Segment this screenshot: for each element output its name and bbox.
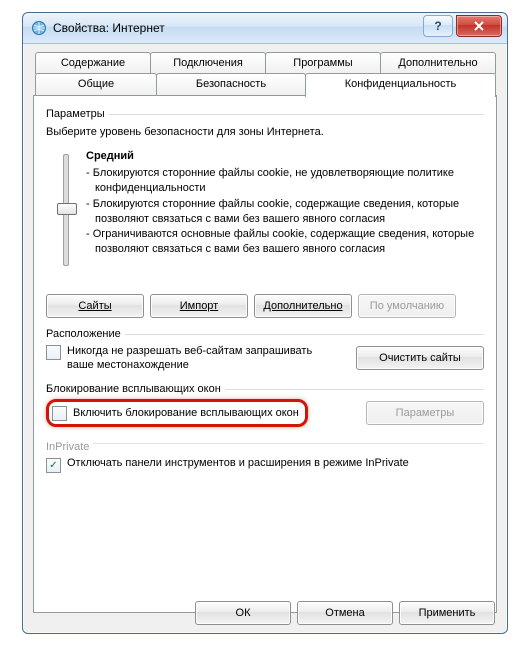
- tab-strip: Содержание Подключения Программы Дополни…: [33, 52, 497, 96]
- internet-options-icon: [31, 20, 47, 36]
- ok-button[interactable]: ОК: [195, 601, 291, 625]
- popup-blocker-label: Включить блокирование всплывающих окон: [73, 407, 299, 419]
- group-inprivate: InPrivate ✓ Отключать панели инструменто…: [46, 435, 484, 473]
- default-button: По умолчанию: [358, 294, 456, 318]
- tab-content[interactable]: Содержание: [35, 52, 151, 74]
- apply-button[interactable]: Применить: [399, 601, 495, 625]
- privacy-zone-desc: Выберите уровень безопасности для зоны И…: [46, 126, 484, 138]
- inprivate-checkbox[interactable]: ✓: [46, 458, 61, 473]
- slider-thumb[interactable]: [57, 203, 77, 215]
- group-inprivate-label: InPrivate: [46, 441, 93, 453]
- titlebar[interactable]: Свойства: Интернет ?: [23, 13, 507, 44]
- popup-highlight: Включить блокирование всплывающих окон: [46, 399, 308, 427]
- privacy-level-name: Средний: [86, 150, 484, 162]
- privacy-slider[interactable]: [46, 148, 86, 284]
- group-popup-label: Блокирование всплывающих окон: [46, 383, 225, 395]
- group-location-label: Расположение: [46, 328, 125, 340]
- help-button[interactable]: ?: [423, 15, 453, 37]
- group-popup-blocker: Блокирование всплывающих окон Включить б…: [46, 381, 484, 427]
- group-location: Расположение Никогда не разрешать веб-са…: [46, 326, 484, 373]
- tab-advanced[interactable]: Дополнительно: [380, 52, 496, 74]
- close-icon: [474, 21, 484, 31]
- clear-sites-button[interactable]: Очистить сайты: [356, 346, 484, 370]
- sites-button[interactable]: Сайты: [46, 294, 144, 318]
- import-button[interactable]: Импорт: [150, 294, 248, 318]
- window-title: Свойства: Интернет: [53, 21, 165, 35]
- advanced-button[interactable]: Дополнительно: [254, 294, 352, 318]
- inprivate-checkbox-label: Отключать панели инструментов и расширен…: [67, 457, 409, 469]
- close-button[interactable]: [456, 15, 502, 37]
- dialog-window: Свойства: Интернет ? Содержание Подключе…: [22, 12, 508, 634]
- tab-general[interactable]: Общие: [35, 73, 157, 95]
- cancel-button[interactable]: Отмена: [297, 601, 393, 625]
- tab-privacy[interactable]: Конфиденциальность: [305, 73, 496, 97]
- tab-connections[interactable]: Подключения: [150, 52, 266, 74]
- location-checkbox-label: Никогда не разрешать веб-сайтам запрашив…: [67, 344, 326, 373]
- dialog-content: Содержание Подключения Программы Дополни…: [23, 44, 507, 623]
- popup-params-button: Параметры: [366, 401, 484, 425]
- popup-blocker-checkbox[interactable]: [52, 406, 67, 421]
- group-parameters: Параметры Выберите уровень безопасности …: [46, 106, 484, 318]
- tab-panel-privacy: Параметры Выберите уровень безопасности …: [33, 95, 497, 613]
- tab-programs[interactable]: Программы: [265, 52, 381, 74]
- tab-security[interactable]: Безопасность: [156, 73, 306, 95]
- dialog-footer: ОК Отмена Применить: [23, 601, 507, 625]
- location-checkbox[interactable]: [46, 345, 61, 360]
- group-parameters-label: Параметры: [46, 108, 109, 120]
- privacy-level-desc: - Блокируются сторонние файлы cookie, не…: [86, 166, 484, 257]
